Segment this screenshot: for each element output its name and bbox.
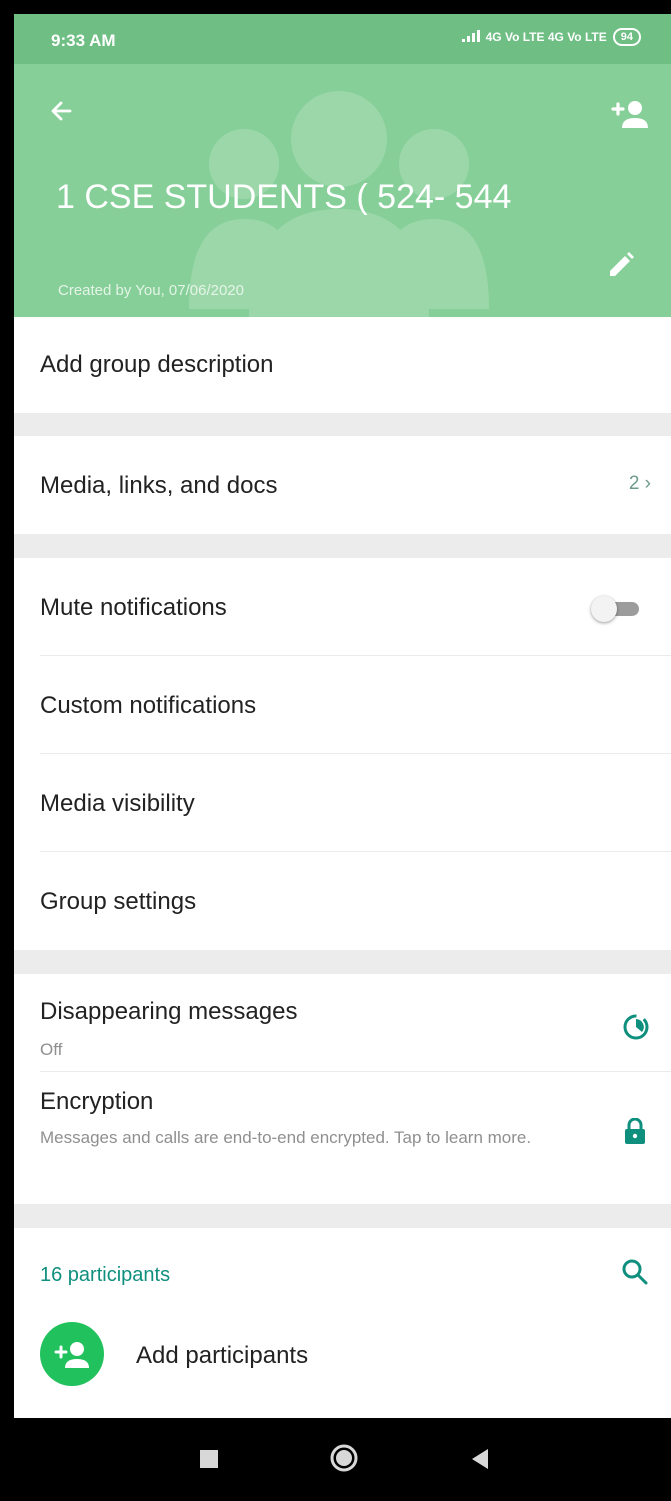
status-icons: 4G Vo LTE 4G Vo LTE 94 [461,28,641,46]
privacy-section: Disappearing messages Off Encryption Mes… [14,974,671,1204]
group-settings-label: Group settings [40,888,197,915]
search-icon[interactable] [621,1258,649,1291]
signal-icon [461,29,480,46]
recents-icon[interactable] [200,1450,218,1468]
group-settings-row[interactable]: Group settings [14,852,671,950]
disappearing-messages-label: Disappearing messages [40,998,298,1025]
timer-icon [623,1014,649,1045]
mute-toggle[interactable] [591,596,641,622]
encryption-row[interactable]: Encryption Messages and calls are end-to… [14,1072,671,1204]
custom-notifications-label: Custom notifications [40,692,257,719]
media-visibility-row[interactable]: Media visibility [14,754,671,852]
screen: 9:33 AM 4G Vo LTE 4G Vo LTE 94 1 CSE STU… [14,14,671,1501]
mute-notifications-label: Mute notifications [40,594,227,621]
media-links-docs-label: Media, links, and docs [40,472,278,499]
status-bar: 9:33 AM 4G Vo LTE 4G Vo LTE 94 [14,14,671,64]
device-frame: 9:33 AM 4G Vo LTE 4G Vo LTE 94 1 CSE STU… [0,0,671,1501]
add-description-row[interactable]: Add group description [14,317,671,413]
lock-icon [625,1117,645,1149]
media-count: 2 › [629,473,651,495]
arrow-left-icon[interactable] [48,98,74,129]
group-header: 9:33 AM 4G Vo LTE 4G Vo LTE 94 1 CSE STU… [14,14,671,317]
created-info: Created by You, 07/06/2020 [58,282,244,299]
back-nav-icon[interactable] [470,1448,490,1475]
participants-count: 16 participants [40,1264,171,1286]
media-links-docs-row[interactable]: Media, links, and docs 2 › [14,436,671,534]
media-section: Media, links, and docs 2 › [14,436,671,534]
status-time: 9:33 AM [51,31,116,50]
home-icon[interactable] [329,1443,359,1478]
encryption-description: Messages and calls are end-to-end encryp… [40,1128,532,1147]
chevron-right-icon: › [644,473,651,494]
description-section: Add group description [14,317,671,413]
add-participant-avatar [40,1322,104,1386]
encryption-label: Encryption [40,1088,154,1115]
battery-icon: 94 [612,28,641,46]
add-participants-row[interactable]: Add participants [14,1316,671,1396]
battery-level: 94 [620,31,633,43]
disappearing-messages-row[interactable]: Disappearing messages Off [14,974,671,1072]
pencil-icon[interactable] [607,251,635,284]
add-participants-label: Add participants [136,1342,309,1369]
custom-notifications-row[interactable]: Custom notifications [14,656,671,754]
media-visibility-label: Media visibility [40,790,195,817]
system-nav-bar [14,1418,671,1501]
add-description-label: Add group description [40,351,274,378]
media-count-value: 2 [628,473,640,494]
participants-section: 16 participants Add participants [14,1228,671,1418]
network-label: 4G Vo LTE 4G Vo LTE [485,30,607,44]
toggle-knob [591,596,617,622]
person-add-icon[interactable] [609,98,649,135]
group-title: 1 CSE STUDENTS ( 524- 544 [56,178,512,216]
disappearing-messages-value: Off [40,1040,63,1059]
mute-notifications-row[interactable]: Mute notifications [14,558,671,656]
person-add-icon [54,1342,89,1368]
settings-section: Mute notifications Custom notifications … [14,558,671,950]
